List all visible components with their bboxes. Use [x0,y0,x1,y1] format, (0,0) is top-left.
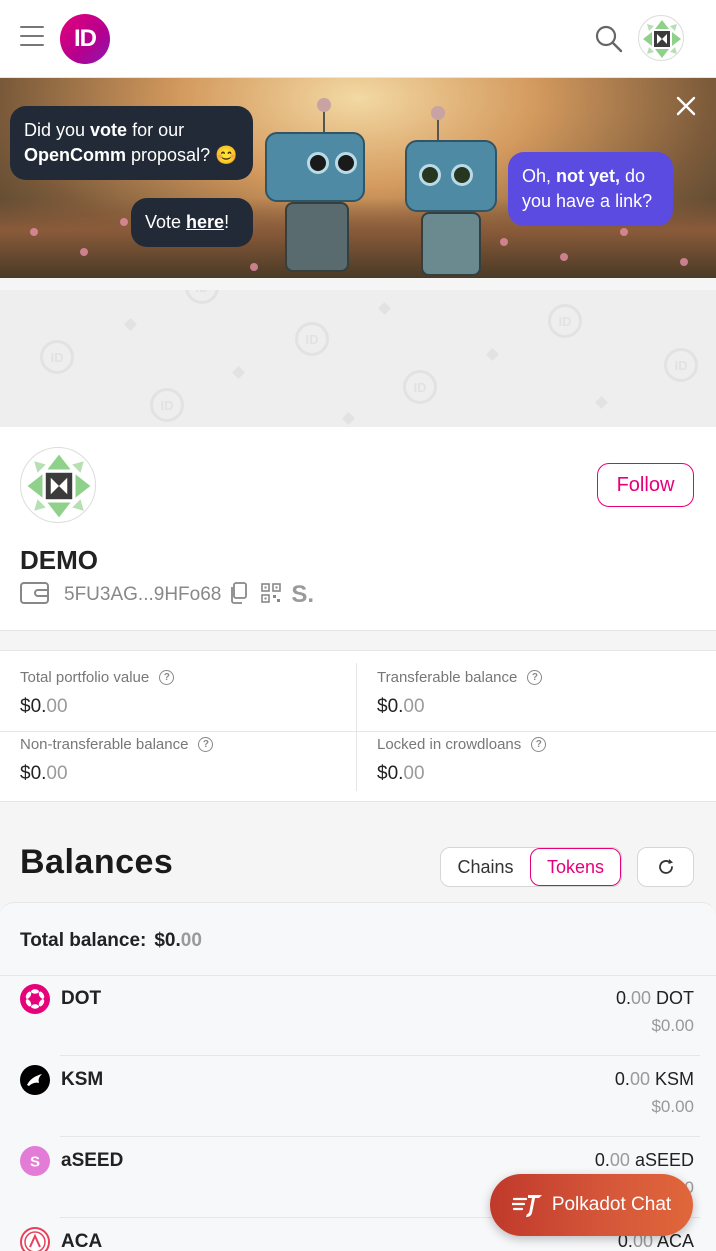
vote-here-bubble[interactable]: Vote here! [131,198,253,247]
help-icon[interactable]: ? [531,737,547,752]
token-amount: 0.00 aSEED [594,1150,694,1170]
polkadot-chat-button[interactable]: Polkadot Chat [490,1174,693,1236]
dot-icon [20,984,50,1014]
chat-logo-icon [510,1191,544,1219]
speech-bubble-left: Did you vote for our OpenComm proposal? … [10,106,253,180]
stat-crowdloans: Locked in crowdloans? $0.00 [357,718,693,788]
stat-label: Total portfolio value [20,669,150,686]
vote-here-link[interactable]: here [186,212,224,232]
ksm-icon [20,1065,50,1095]
decor-diamond [378,302,391,315]
search-icon[interactable] [594,24,624,54]
refresh-button[interactable] [637,847,694,887]
divider [356,663,357,791]
copy-icon[interactable] [229,581,248,609]
aca-icon [20,1227,50,1251]
id-watermark-icon: ID [548,304,582,338]
stat-value: $0. [20,696,47,717]
id-watermark-icon: ID [295,322,329,356]
tab-tokens[interactable]: Tokens [530,848,621,886]
decor-flower [120,218,128,226]
token-row-ksm[interactable]: KSM 0.00 KSM $0.00 [0,1065,716,1146]
stat-value: $0. [377,696,404,717]
menu-icon[interactable] [20,26,44,48]
portfolio-stats: Total portfolio value? $0.00 Transferabl… [0,650,716,802]
divider [0,975,716,976]
decor-diamond [232,366,245,379]
address-row: 5FU3AG...9HFo68 S. [20,581,314,609]
wallet-icon [20,581,50,609]
token-amount: 0.00 DOT [615,988,694,1008]
decor-diamond [124,318,137,331]
decor-flower [560,253,568,261]
total-balance-value: $0. [154,930,181,951]
aseed-icon: S [20,1146,50,1176]
token-name: KSM [61,1069,104,1090]
total-balance-label: Total balance: [20,930,147,951]
stat-value: $0. [20,763,47,784]
decor-flower [250,263,258,271]
divider [60,1055,700,1056]
stat-label: Non-transferable balance [20,736,189,753]
divider [0,731,716,732]
profile-avatar [20,447,96,523]
token-name: ACA [61,1231,103,1251]
user-avatar[interactable] [638,15,684,61]
token-usd-value: $0.00 [651,1097,694,1116]
logo-text: ID [74,25,97,52]
refresh-icon [658,859,673,874]
help-icon[interactable]: ? [527,670,543,685]
profile-name: DEMO [20,545,98,575]
decor-diamond [342,412,355,425]
stat-total-portfolio: Total portfolio value? $0.00 [0,651,336,721]
app-logo[interactable]: ID [60,14,110,64]
subscan-link[interactable]: S. [291,581,314,609]
qr-code-icon[interactable] [261,582,282,608]
decor-diamond [595,396,608,409]
divider [60,1136,700,1137]
decor-flower [80,248,88,256]
token-row-dot[interactable]: DOT 0.00 DOT $0.00 [0,984,716,1065]
id-watermark-icon: ID [150,388,184,422]
token-usd-value: $0.00 [651,1016,694,1035]
profile-cover: ID ID ID ID ID ID ID [0,290,716,427]
promo-banner[interactable]: Did you vote for our OpenComm proposal? … [0,78,716,278]
profile-card: Follow DEMO 5FU3AG...9HFo68 S. [0,427,716,631]
token-name: DOT [61,988,102,1009]
chat-label: Polkadot Chat [551,1194,672,1215]
token-amount: 0.00 KSM [614,1069,694,1089]
wallet-address: 5FU3AG...9HFo68 [64,584,222,605]
help-icon[interactable]: ? [159,670,175,685]
total-balance: Total balance: $0.00 [20,930,202,951]
view-toggle: Chains Tokens [440,847,622,887]
decor-diamond [486,348,499,361]
stat-transferable: Transferable balance? $0.00 [357,651,693,721]
decor-flower [680,258,688,266]
stat-non-transferable: Non-transferable balance? $0.00 [0,718,336,788]
speech-bubble-right: Oh, not yet, do you have a link? [508,152,673,226]
top-bar: ID [0,0,716,78]
tab-chains[interactable]: Chains [441,848,530,886]
decor-flower [620,228,628,236]
svg-text:S: S [30,1154,40,1171]
close-icon[interactable] [672,92,700,120]
id-watermark-icon: ID [40,340,74,374]
decor-flower [500,238,508,246]
stat-label: Transferable balance [377,669,518,686]
id-watermark-icon: ID [403,370,437,404]
stat-value: $0. [377,763,404,784]
follow-button[interactable]: Follow [597,463,694,507]
id-watermark-icon: ID [185,290,219,304]
help-icon[interactable]: ? [198,737,214,752]
stat-label: Locked in crowdloans [377,736,522,753]
id-watermark-icon: ID [664,348,698,382]
balances-title: Balances [20,843,174,881]
token-name: aSEED [61,1150,124,1171]
decor-flower [30,228,38,236]
